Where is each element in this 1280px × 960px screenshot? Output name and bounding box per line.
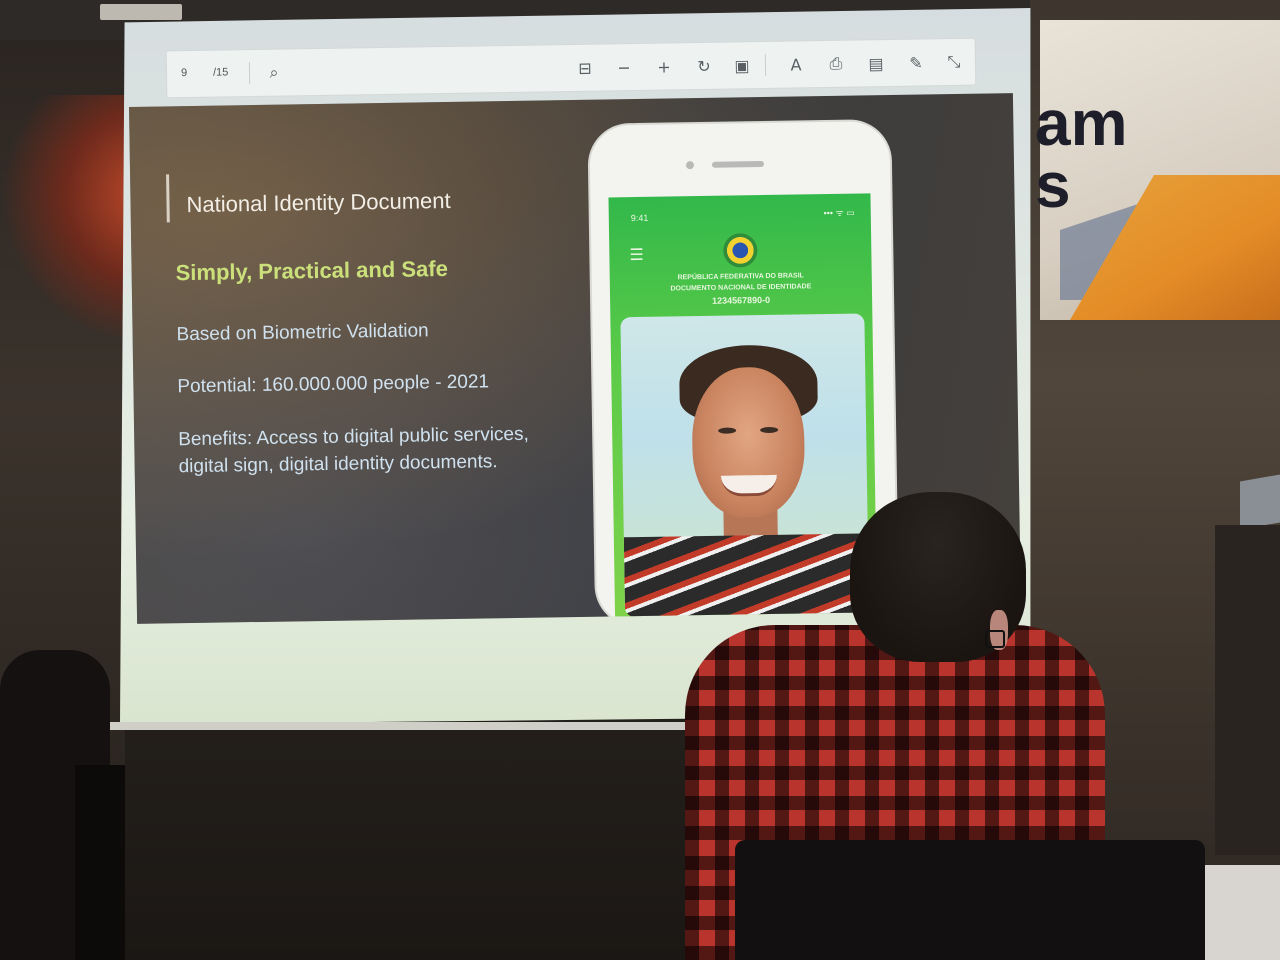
phone-camera-icon	[685, 161, 695, 170]
left-wall-decor	[0, 95, 125, 345]
id-photo	[620, 313, 870, 618]
exit-fullscreen-icon[interactable]: ⤡	[941, 49, 967, 75]
phone-speaker	[711, 161, 765, 168]
republic-label: REPÚBLICA FEDERATIVA DO BRASIL	[677, 272, 804, 282]
ceiling-light	[100, 4, 182, 20]
chair-back	[735, 840, 1205, 960]
rotate-icon[interactable]: ↻	[691, 53, 717, 79]
status-icons: ••• ᯤ ▭	[823, 207, 855, 219]
banner-text-line1: am	[1035, 87, 1128, 159]
slide-title: National Identity Document	[186, 187, 451, 218]
id-photo-card	[620, 313, 870, 618]
phone-screen: 9:41 ••• ᯤ ▭ ☰ REPÚBLICA FEDERATIVA DO B…	[608, 193, 878, 618]
annotate-icon[interactable]: ✎	[903, 49, 929, 75]
current-page-field[interactable]: 9	[181, 67, 187, 79]
banner-text-line2: s	[1035, 149, 1071, 221]
search-icon[interactable]: ⌕	[261, 59, 287, 85]
slide-subtitle: Simply, Practical and Safe	[175, 255, 449, 286]
status-time: 9:41	[630, 212, 649, 224]
chair-left	[75, 765, 125, 960]
toolbar-divider	[248, 62, 251, 85]
brazil-coat-of-arms-icon	[723, 233, 758, 268]
bullet-biometric: Based on Biometric Validation	[176, 320, 429, 346]
print-icon[interactable]: ⎙	[823, 51, 849, 77]
laptop-screen	[1240, 474, 1280, 530]
zoom-in-icon[interactable]: +	[651, 53, 677, 79]
photo-shirt	[623, 533, 870, 618]
fit-page-icon[interactable]: ⊟	[572, 55, 598, 81]
id-number: 1234567890-0	[712, 294, 771, 306]
banner-text: am s	[1035, 87, 1128, 221]
read-aloud-icon[interactable]: A	[783, 51, 809, 77]
lectern	[1215, 525, 1280, 855]
total-pages-label: /15	[212, 66, 229, 79]
save-icon[interactable]: ▤	[863, 50, 889, 76]
bullet-potential: Potential: 160.000.000 people - 2021	[177, 371, 490, 398]
toolbar-divider	[764, 53, 767, 76]
hamburger-menu-icon[interactable]: ☰	[629, 245, 644, 264]
bullet-benefits: Benefits: Access to digital public servi…	[178, 423, 529, 478]
page-view-icon[interactable]: ▣	[729, 52, 755, 78]
glasses-icon	[985, 630, 1005, 648]
document-label: DOCUMENTO NACIONAL DE IDENTIDADE	[670, 283, 812, 293]
desk	[1195, 865, 1280, 960]
zoom-out-icon[interactable]: −	[611, 54, 637, 80]
